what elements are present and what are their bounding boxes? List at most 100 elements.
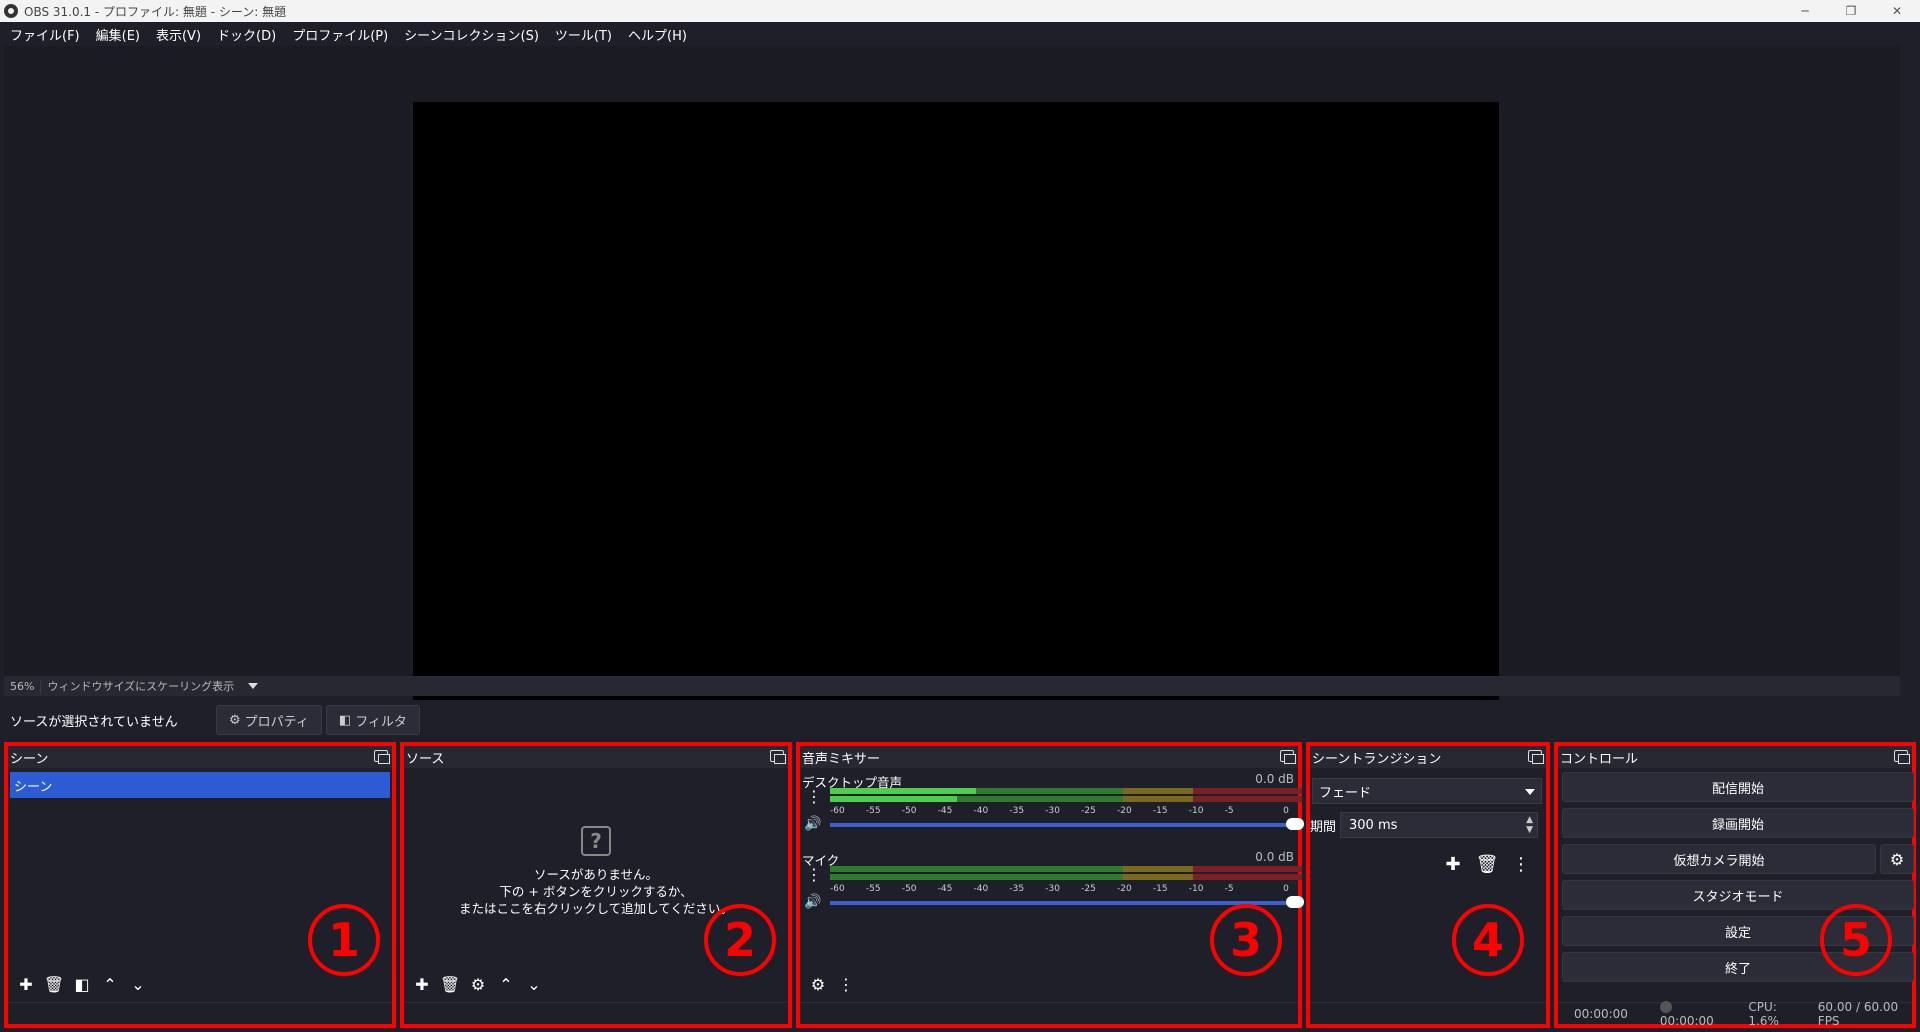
tick-label: -35 <box>1009 884 1025 894</box>
channel-db: 0.0 dB <box>1255 850 1294 864</box>
chevron-down-icon: ⌄ <box>131 974 145 994</box>
sources-dock-header: ソース <box>404 746 788 768</box>
transitions-status-area <box>1310 1002 1546 1024</box>
preview-area[interactable] <box>4 46 1900 714</box>
virtual-camera-settings-button[interactable]: ⚙ <box>1880 844 1914 874</box>
empty-line-2: 下の + ボタンをクリックするか、 <box>499 884 693 899</box>
tick-label: -40 <box>973 884 989 894</box>
float-dock-icon[interactable] <box>374 750 390 764</box>
properties-button[interactable]: ⚙ プロパティ <box>216 705 322 735</box>
start-streaming-button[interactable]: 配信開始 <box>1562 772 1914 802</box>
remove-scene-button[interactable]: 🗑 <box>40 970 68 998</box>
move-scene-up-button[interactable]: ⌃ <box>96 970 124 998</box>
mixer-status-area <box>800 1002 1298 1024</box>
volume-slider-handle[interactable] <box>1286 818 1304 830</box>
speaker-icon[interactable]: 🔊 <box>804 894 821 910</box>
gear-icon: ⚙ <box>470 974 486 994</box>
speaker-icon[interactable]: 🔊 <box>804 816 821 832</box>
transition-menu-button[interactable]: ⋮ <box>1504 850 1538 878</box>
tick-label: -10 <box>1188 884 1204 894</box>
chevron-down-icon: ⌄ <box>527 974 541 994</box>
source-properties-button[interactable]: ⚙ <box>464 970 492 998</box>
menu-scene-collection[interactable]: シーンコレクション(S) <box>396 25 547 44</box>
move-scene-down-button[interactable]: ⌄ <box>124 970 152 998</box>
tick-label: -60 <box>830 884 845 894</box>
transition-select[interactable]: フェード <box>1312 778 1542 804</box>
restore-button[interactable]: ❐ <box>1828 0 1874 22</box>
minimize-button[interactable]: ─ <box>1782 0 1828 22</box>
remove-transition-button[interactable]: 🗑 <box>1470 850 1504 878</box>
mixer-menu-button[interactable]: ⋮ <box>832 970 860 998</box>
scenes-dock: シーン シーン ✚ 🗑 ◧ ⌃ ⌄ 1 <box>4 742 396 1028</box>
mixer-dock-header: 音声ミキサー <box>800 746 1298 768</box>
audio-mixer-dock: 音声ミキサー デスクトップ音声 0.0 dB ⋮ -60 -55 -50 -45… <box>796 742 1304 1028</box>
tick-label: 0 <box>1283 884 1289 894</box>
menu-edit[interactable]: 編集(E) <box>88 25 148 44</box>
annotation-number-5: 5 <box>1820 904 1892 976</box>
menu-profile[interactable]: プロファイル(P) <box>284 25 396 44</box>
menu-tools[interactable]: ツール(T) <box>547 25 620 44</box>
float-dock-icon[interactable] <box>1894 750 1910 764</box>
stream-time: 00:00:00 <box>1574 1006 1628 1021</box>
meter-yellow-bottom <box>1122 796 1194 802</box>
mixer-title: 音声ミキサー <box>802 751 881 767</box>
tick-label: -20 <box>1116 806 1132 816</box>
float-dock-icon[interactable] <box>770 750 786 764</box>
add-source-button[interactable]: ✚ <box>408 970 436 998</box>
menu-view[interactable]: 表示(V) <box>148 25 209 44</box>
tick-label: -55 <box>865 884 881 894</box>
empty-line-1: ソースがありません。 <box>533 867 658 882</box>
volume-meter <box>830 788 1302 804</box>
duration-value: 300 ms <box>1349 817 1398 833</box>
add-scene-button[interactable]: ✚ <box>12 970 40 998</box>
no-source-selected-label: ソースが選択されていません <box>10 714 178 730</box>
add-transition-button[interactable]: ✚ <box>1436 850 1470 878</box>
annotation-number-3: 3 <box>1210 904 1282 976</box>
menu-dock[interactable]: ドック(D) <box>209 25 284 44</box>
advanced-audio-button[interactable]: ⚙ <box>804 970 832 998</box>
duration-input[interactable]: 300 ms ▲ ▼ <box>1340 812 1539 838</box>
meter-yellow-bottom <box>1122 874 1194 880</box>
move-source-up-button[interactable]: ⌃ <box>492 970 520 998</box>
move-source-down-button[interactable]: ⌄ <box>520 970 548 998</box>
transition-selected-value: フェード <box>1319 785 1372 801</box>
channel-db: 0.0 dB <box>1255 772 1294 786</box>
volume-slider-handle[interactable] <box>1286 896 1304 908</box>
volume-slider[interactable] <box>830 818 1304 830</box>
float-dock-icon[interactable] <box>1280 750 1296 764</box>
transitions-dock-header: シーントランジション <box>1310 746 1546 768</box>
tick-label: -45 <box>937 884 953 894</box>
chevron-down-icon[interactable] <box>248 683 259 689</box>
menu-file[interactable]: ファイル(F) <box>2 25 88 44</box>
scene-list-item[interactable]: シーン <box>10 772 390 798</box>
more-vertical-icon: ⋮ <box>838 974 854 994</box>
scaling-mode[interactable]: ウィンドウサイズにスケーリング表示 <box>41 678 240 694</box>
controls-title: コントロール <box>1560 751 1639 767</box>
menu-bar: ファイル(F) 編集(E) 表示(V) ドック(D) プロファイル(P) シーン… <box>0 22 1920 46</box>
tick-label: -60 <box>830 806 845 816</box>
obs-logo-icon <box>4 4 18 18</box>
rec-time-group: 00:00:00 <box>1644 1000 1732 1028</box>
more-vertical-icon[interactable]: ⋮ <box>806 866 822 884</box>
annotation-number-1: 1 <box>308 904 380 976</box>
meter-level-top <box>830 788 977 794</box>
spin-arrows-icon[interactable]: ▲ ▼ <box>1526 815 1533 835</box>
filter-icon: ◧ <box>338 712 352 728</box>
meter-green-top <box>830 866 1123 872</box>
scene-filters-button[interactable]: ◧ <box>68 970 96 998</box>
remove-source-button[interactable]: 🗑 <box>436 970 464 998</box>
meter-red-bottom <box>1193 796 1302 802</box>
scenes-toolbar: ✚ 🗑 ◧ ⌃ ⌄ <box>8 968 152 1000</box>
preview-canvas[interactable] <box>413 102 1499 714</box>
menu-help[interactable]: ヘルプ(H) <box>620 25 695 44</box>
start-recording-button[interactable]: 録画開始 <box>1562 808 1914 838</box>
float-dock-icon[interactable] <box>1528 750 1544 764</box>
sources-empty-message[interactable]: ? ソースがありません。 下の + ボタンをクリックするか、 またはここを右クリ… <box>404 826 788 917</box>
volume-slider[interactable] <box>830 896 1304 908</box>
start-virtual-camera-button[interactable]: 仮想カメラ開始 <box>1562 844 1876 874</box>
tick-label: -25 <box>1081 884 1096 894</box>
meter-ticks: -60 -55 -50 -45 -40 -35 -30 -25 -20 -15 … <box>830 884 1302 896</box>
more-vertical-icon[interactable]: ⋮ <box>806 788 822 806</box>
filters-button[interactable]: ◧ フィルタ <box>325 705 420 735</box>
close-button[interactable]: ✕ <box>1874 0 1920 22</box>
